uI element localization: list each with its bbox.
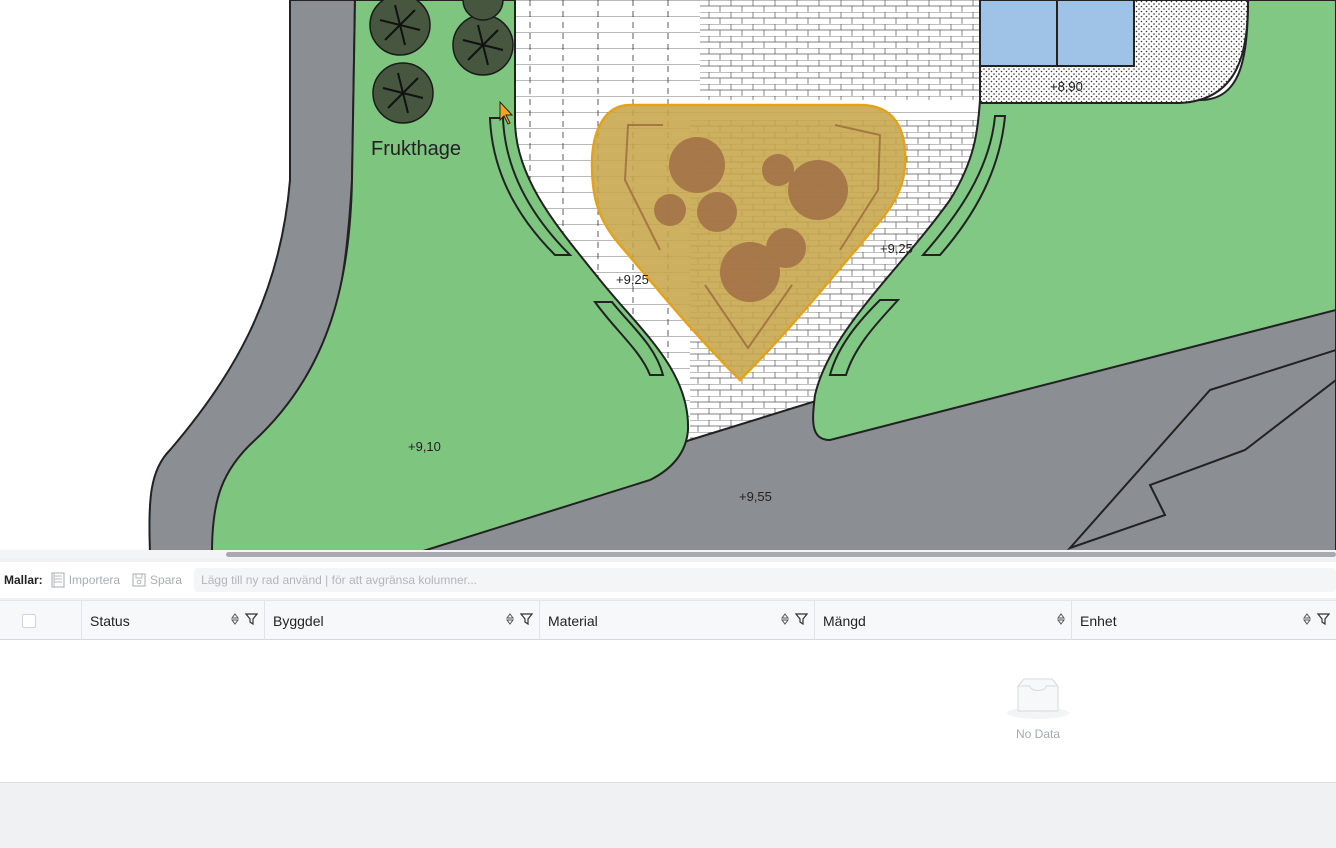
import-button[interactable]: Importera xyxy=(51,572,120,588)
filter-icon[interactable] xyxy=(1317,613,1330,625)
site-plan-drawing: Frukthage +9,25 +9,25 +9,10 +9,55 +8,90 xyxy=(148,0,1336,552)
site-plan-canvas[interactable]: Frukthage +9,25 +9,25 +9,10 +9,55 +8,90 xyxy=(0,0,1336,552)
row-filter-input[interactable] xyxy=(194,568,1336,592)
column-title: Status xyxy=(90,612,130,629)
import-icon xyxy=(51,572,65,588)
elevation-label: +8,90 xyxy=(1050,79,1083,94)
column-title: Mängd xyxy=(823,612,866,629)
templates-toolbar: Mallar: Importera Spara xyxy=(0,562,1336,598)
column-title: Byggdel xyxy=(273,612,324,629)
quantity-table: Status Byggdel Material Mängd Enhet xyxy=(0,600,1336,783)
elevation-label: +9,25 xyxy=(616,272,649,287)
elevation-label: +9,55 xyxy=(739,489,772,504)
column-header-byggdel[interactable]: Byggdel xyxy=(265,601,540,640)
select-all-checkbox[interactable] xyxy=(22,613,36,628)
save-button[interactable]: Spara xyxy=(132,573,182,587)
sort-icon[interactable] xyxy=(781,613,789,625)
column-title: Enhet xyxy=(1080,612,1117,629)
column-header-mangd[interactable]: Mängd xyxy=(815,601,1072,640)
empty-inbox-icon xyxy=(1007,678,1069,719)
import-label: Importera xyxy=(68,573,121,587)
filter-icon[interactable] xyxy=(245,613,258,625)
horizontal-scrollbar[interactable] xyxy=(0,550,1336,558)
column-header-status[interactable]: Status xyxy=(82,601,265,640)
filter-icon[interactable] xyxy=(795,613,808,625)
sort-icon[interactable] xyxy=(506,613,514,625)
column-header-enhet[interactable]: Enhet xyxy=(1072,601,1336,640)
save-label: Spara xyxy=(150,573,183,587)
save-icon xyxy=(132,573,146,587)
sort-icon[interactable] xyxy=(231,613,239,625)
select-all-column xyxy=(0,601,82,640)
table-header: Status Byggdel Material Mängd Enhet xyxy=(0,600,1336,640)
column-title: Material xyxy=(548,612,598,629)
sort-icon[interactable] xyxy=(1057,613,1065,625)
templates-label: Mallar: xyxy=(4,573,43,587)
elevation-label: +9,10 xyxy=(408,439,441,454)
column-header-material[interactable]: Material xyxy=(540,601,815,640)
empty-state-text: No Data xyxy=(1015,727,1061,741)
sort-icon[interactable] xyxy=(1303,613,1311,625)
filter-icon[interactable] xyxy=(520,613,533,625)
area-label-frukthage: Frukthage xyxy=(371,138,461,160)
empty-state: No Data xyxy=(1003,678,1073,741)
elevation-label: +9,25 xyxy=(880,241,913,256)
scrollbar-thumb[interactable] xyxy=(226,552,1336,557)
